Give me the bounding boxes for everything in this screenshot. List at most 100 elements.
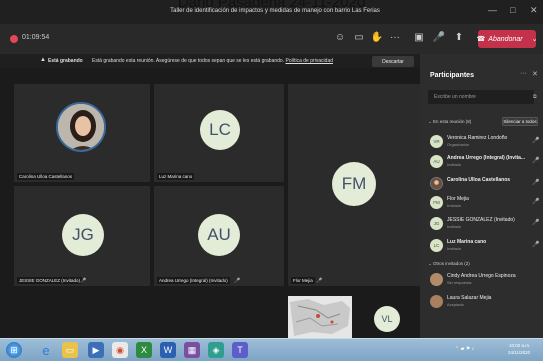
tile-name: Flor Mejia [291, 277, 315, 284]
mic-off-icon: 🎤 [532, 158, 540, 164]
mic-icon: 🎤 [532, 180, 540, 186]
avatar: FM [332, 162, 376, 206]
start-button-icon[interactable]: ⊞ [6, 342, 22, 358]
panel-title: Participantes [430, 72, 474, 79]
participant-name: Luz Marina cano [447, 239, 487, 245]
banner-message: Está grabando esta reunión. Asegúrese de… [92, 58, 333, 64]
system-tray[interactable]: ⌃ ▰ ⚑ ♪ [455, 346, 474, 352]
mic-off-icon: 🎤 [532, 138, 540, 144]
invitee-row[interactable]: Cindy Andrea Urrego Espinoza Sin respues… [420, 270, 543, 288]
participant-role: Invitado [447, 246, 462, 251]
tile-name: Andrea Urrego (Integral) (Invitado) [157, 277, 230, 284]
others-section[interactable]: ⌄ Otros invitados (2) [428, 261, 470, 267]
recording-icon [10, 35, 18, 43]
leave-button-label: Abandonar [488, 35, 523, 43]
dismiss-button[interactable]: Descartar [372, 56, 414, 67]
participant-role: Invitado [447, 203, 462, 208]
tile-name: JESSIE GONZALEZ (Invitado) [17, 277, 83, 284]
word-icon[interactable]: W [160, 342, 176, 358]
media-player-icon[interactable]: ▶ [88, 342, 104, 358]
app-icon[interactable]: ◈ [208, 342, 224, 358]
mic-off-icon: 🎤 [80, 278, 87, 284]
tile-name: Luz Marina cano [157, 173, 195, 180]
clock[interactable]: 10:02 a.m. 24/11/2020 [508, 342, 530, 356]
participant-row[interactable]: FM Flor Mejia Invitado 🎤 [420, 193, 543, 211]
avatar: FM [430, 196, 443, 209]
shared-map-image [288, 296, 352, 338]
phone-icon: ☎ [476, 36, 486, 43]
internet-explorer-icon[interactable]: e [38, 342, 54, 358]
in-meeting-section[interactable]: ⌄ En esta reunión (8) [428, 119, 471, 125]
share-invite-icon[interactable]: ⧉ [533, 94, 537, 100]
clock-time: 10:02 a.m. [508, 343, 531, 348]
invitee-status: Aceptado [447, 302, 464, 307]
privacy-link[interactable]: Política de privacidad [285, 58, 333, 64]
avatar: JG [62, 214, 104, 256]
more-actions-icon[interactable]: ··· [388, 32, 402, 43]
avatar: LC [200, 110, 240, 150]
participant-row[interactable]: AU Andrea Urrego (Integral) (Invita... I… [420, 152, 543, 170]
app-icon[interactable]: ▦ [184, 342, 200, 358]
teams-icon[interactable]: T [232, 342, 248, 358]
others-label: Otros invitados (2) [433, 261, 470, 266]
avatar: VR [430, 135, 443, 148]
shared-screen-thumbnail[interactable] [288, 296, 352, 338]
participant-name: Flor Mejia [447, 196, 469, 202]
participant-tile[interactable]: JG JESSIE GONZALEZ (Invitado) 🎤 [14, 186, 150, 286]
mic-icon: 🎤 [532, 242, 540, 248]
avatar: JG [430, 217, 443, 230]
participant-role: Invitado [447, 224, 462, 229]
participant-row[interactable]: VR Veronica Ramirez Londoño Organizador … [420, 132, 543, 150]
banner-title: Está grabando [48, 58, 83, 64]
mic-off-icon[interactable]: 🎤 [432, 32, 446, 43]
mic-off-icon: 🎤 [234, 278, 241, 284]
participant-name: JESSIE GONZALEZ (Invitado) [447, 217, 515, 223]
camera-off-icon[interactable]: ▣ [412, 32, 426, 43]
mic-off-icon: 🎤 [316, 278, 323, 284]
avatar: AU [430, 155, 443, 168]
participant-role: Organizador [447, 142, 470, 147]
participants-icon[interactable]: ☺ [333, 32, 347, 43]
meeting-toolbar: 01:09:54 ☺ ▭ ✋ ··· ▣ 🎤 ⬆ ☎ Abandonar ⌄ [0, 24, 543, 54]
avatar [56, 102, 106, 152]
close-panel-icon[interactable]: ✕ [532, 70, 538, 78]
participant-row[interactable]: LC Luz Marina cano Invitado 🎤 [420, 236, 543, 254]
in-meeting-label: En esta reunión (8) [433, 119, 472, 124]
participant-name: Andrea Urrego (Integral) (Invita... [447, 155, 526, 161]
invitee-row[interactable]: Laura Salazar Mejia Aceptado [420, 292, 543, 310]
leave-button[interactable]: ☎ Abandonar ⌄ [476, 30, 538, 48]
share-screen-icon[interactable]: ⬆ [452, 32, 466, 43]
participant-tile[interactable]: LC Luz Marina cano [154, 84, 284, 182]
participant-row[interactable]: Carolina Ulloa Castellanos 🎤 [420, 174, 543, 192]
participant-role: Invitado [447, 162, 462, 167]
mic-off-icon: 🎤 [532, 220, 540, 226]
profile-photo [58, 104, 104, 150]
invitee-status: Sin respuesta [447, 280, 472, 285]
participant-tile[interactable]: Carolina Ulloa Castellanos [14, 84, 150, 182]
participant-name: Veronica Ramirez Londoño [447, 135, 508, 141]
avatar [430, 295, 443, 308]
raise-hand-icon[interactable]: ✋ [370, 32, 384, 43]
mic-off-icon: 🎤 [532, 199, 540, 205]
overlay-title: Dario Pasadena 24-11-2020 [177, 0, 366, 11]
chevron-down-icon[interactable]: ⌄ [532, 35, 538, 43]
participant-tile[interactable]: FM Flor Mejia 🎤 [288, 84, 420, 286]
chrome-icon[interactable]: ◉ [112, 342, 128, 358]
invitee-name: Laura Salazar Mejia [447, 295, 492, 301]
self-view-avatar[interactable]: VL [374, 306, 400, 332]
chat-icon[interactable]: ▭ [352, 32, 366, 43]
tile-name: Carolina Ulloa Castellanos [17, 173, 75, 180]
mute-all-button[interactable]: Silenciar a todos [502, 117, 538, 126]
more-options-icon[interactable]: ··· [520, 70, 527, 77]
recording-banner: ▲ Está grabando Está grabando esta reuni… [0, 54, 420, 68]
participant-row[interactable]: JG JESSIE GONZALEZ (Invitado) Invitado 🎤 [420, 214, 543, 232]
file-explorer-icon[interactable]: ▭ [62, 342, 78, 358]
participant-tile[interactable]: AU Andrea Urrego (Integral) (Invitado) 🎤 [154, 186, 284, 286]
avatar: AU [198, 214, 240, 256]
avatar [430, 273, 443, 286]
avatar: LC [430, 239, 443, 252]
excel-icon[interactable]: X [136, 342, 152, 358]
clock-date: 24/11/2020 [508, 350, 531, 355]
warning-icon: ▲ [40, 57, 46, 63]
participant-search-input[interactable]: Escribe un nombre [428, 90, 534, 104]
